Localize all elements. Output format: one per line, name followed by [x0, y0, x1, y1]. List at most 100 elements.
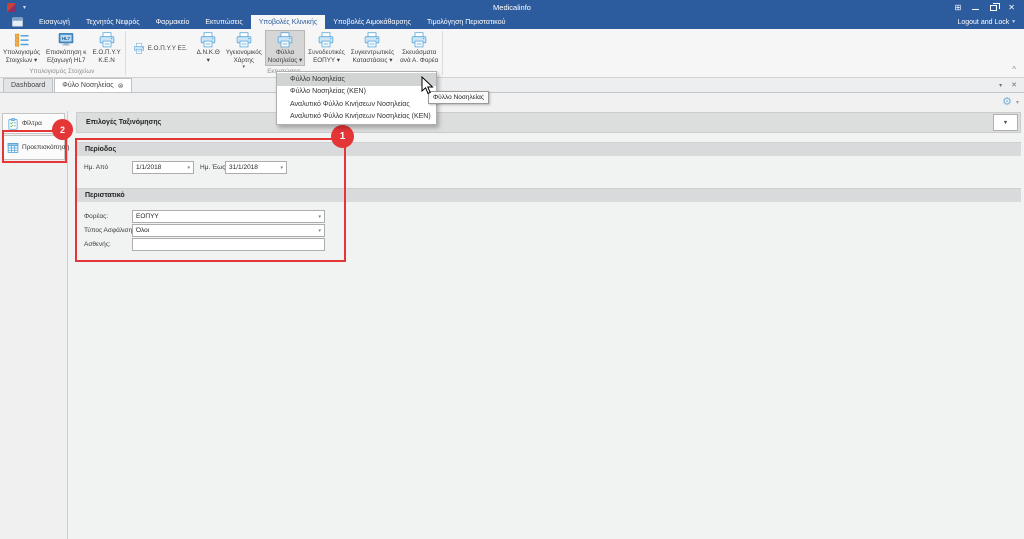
- entity-value: ΕΟΠΥΥ: [136, 213, 159, 220]
- printer-icon: [410, 32, 428, 48]
- button-label-line: Στοιχείων ▾: [6, 57, 37, 65]
- menu-tab-farmakeio[interactable]: Φαρμακείο: [148, 15, 198, 29]
- printer-icon: [317, 32, 335, 48]
- logout-and-lock-button[interactable]: Logout and Lock ▾: [957, 15, 1024, 29]
- hl7-monitor-icon: [57, 32, 75, 48]
- insurance-type-label: Τύπος Ασφάλισης:: [84, 227, 137, 234]
- chevron-down-icon: ▾: [184, 165, 190, 171]
- ribbon-button-ygeionomikos-xartis[interactable]: Υγειονομικός Χάρτης ▾: [223, 30, 265, 66]
- table-preview-icon: [7, 142, 19, 154]
- printer-icon: [199, 32, 217, 48]
- fylla-nosileias-dropdown-menu: Φύλλο Νοσηλείας Φύλλο Νοσηλείας (ΚΕΝ) Αν…: [276, 71, 437, 125]
- button-label-line: Σκευάσματα: [402, 49, 436, 57]
- button-label-line: ανά Α. Φορέα: [400, 57, 438, 65]
- ribbon-button-ypologismos-stoixeion[interactable]: Υπολογισμός Στοιχείων ▾: [0, 30, 43, 66]
- panel-dropdown-icon[interactable]: ▾: [1016, 99, 1019, 106]
- chevron-down-icon: ▾: [1004, 119, 1007, 126]
- chevron-down-icon: ▾: [315, 228, 321, 234]
- button-label-line: ΕΟΠΥΥ ▾: [313, 57, 340, 65]
- sidebar-item-label: Φίλτρα: [22, 120, 42, 127]
- entity-combo[interactable]: ΕΟΠΥΥ ▾: [132, 210, 325, 223]
- sidebar-item-filters[interactable]: Φίλτρα: [2, 113, 65, 134]
- list-icon: [13, 32, 31, 48]
- file-menu-icon: [11, 17, 24, 27]
- restore-icon[interactable]: [990, 5, 997, 11]
- button-label-line: Ε.Ο.Π.Υ.Υ: [92, 49, 120, 57]
- button-label-line: Συγκεντρωτικές: [351, 49, 394, 57]
- patient-input[interactable]: [132, 238, 325, 251]
- ribbon-button-skeyasmata-ana-forea[interactable]: Σκευάσματα ανά Α. Φορέα: [397, 30, 441, 66]
- gear-icon[interactable]: ⚙: [1002, 97, 1012, 108]
- main-panel: Επιλογές Ταξινόμησης ▾ Περίοδος Ημ. Από …: [69, 111, 1024, 539]
- menu-tab-eisagogi[interactable]: Εισαγωγή: [31, 15, 78, 29]
- ribbon-group-calc: Υπολογισμός Στοιχείων ▾ Επισκόπηση κ Εξα…: [0, 29, 124, 77]
- date-from-combo[interactable]: 1/1/2018 ▾: [132, 161, 194, 174]
- printer-icon: [235, 32, 253, 48]
- printer-icon: [133, 43, 145, 54]
- ribbon-group-label-ypologismos: Υπολογισμός Στοιχείων: [0, 66, 124, 77]
- section-header-case: Περιστατικό: [76, 188, 1021, 202]
- tab-label: Φύλο Νοσηλείας: [62, 82, 113, 89]
- mouse-cursor-icon: [421, 76, 434, 95]
- tab-bar-close-icon[interactable]: ✕: [1011, 81, 1017, 89]
- button-label-line: Εξαγωγή HL7: [47, 57, 86, 65]
- menu-item-fyllo-nosileias-ken[interactable]: Φύλλο Νοσηλείας (ΚΕΝ): [277, 86, 436, 99]
- sort-options-title: Επιλογές Ταξινόμησης: [86, 119, 161, 126]
- menu-tab-ypovoles-aimokatharsis[interactable]: Υποβολές Αιμοκάθαρσης: [325, 15, 419, 29]
- clipboard-filter-icon: [7, 118, 19, 130]
- menu-item-analytiko-fyllo-ken[interactable]: Αναλυτικό Φύλλο Κινήσεων Νοσηλείας (ΚΕΝ): [277, 111, 436, 124]
- ribbon-group-separator: [125, 31, 126, 75]
- file-menu-button[interactable]: [0, 15, 31, 29]
- window-style-icon[interactable]: ⊞: [955, 3, 962, 12]
- menubar: Εισαγωγή Τεχνητός Νεφρός Φαρμακείο Εκτυπ…: [0, 15, 1024, 29]
- doc-tab-fylo-nosileias[interactable]: Φύλο Νοσηλείας ⊗: [54, 78, 131, 92]
- sort-options-bar: Επιλογές Ταξινόμησης ▾: [76, 112, 1021, 133]
- sort-options-dropdown-button[interactable]: ▾: [993, 114, 1018, 131]
- printer-icon: [363, 32, 381, 48]
- ribbon-button-episkopisi-exagogi-hl7[interactable]: Επισκόπηση κ Εξαγωγή HL7: [43, 30, 89, 66]
- doc-tab-dashboard[interactable]: Dashboard: [3, 78, 53, 92]
- entity-label: Φορέας:: [84, 213, 108, 220]
- menu-tab-texnitos-nefros[interactable]: Τεχνητός Νεφρός: [78, 15, 148, 29]
- date-to-label: Ημ. Έως:: [200, 164, 227, 171]
- date-to-combo[interactable]: 31/1/2018 ▾: [225, 161, 287, 174]
- insurance-type-value: Όλοι: [136, 227, 149, 234]
- button-label: Ε.Ο.Π.Υ.Υ ΕΞ.: [148, 45, 188, 52]
- ribbon-button-sygkentrotikes-katastaseis[interactable]: Συγκεντρωτικές Καταστάσεις ▾: [348, 30, 397, 66]
- date-to-value: 31/1/2018: [229, 164, 258, 171]
- insurance-type-combo[interactable]: Όλοι ▾: [132, 224, 325, 237]
- patient-label: Ασθενής:: [84, 241, 111, 248]
- printer-icon: [98, 32, 116, 48]
- button-label-line: Δ.Ν.Κ.Θ: [197, 49, 220, 57]
- logout-label: Logout and Lock: [957, 19, 1009, 26]
- ribbon-button-synodeytikes-eopyy[interactable]: Συνοδευτικές ΕΟΠΥΥ ▾: [305, 30, 348, 66]
- ribbon-button-eopyy-ken[interactable]: Ε.Ο.Π.Υ.Υ Κ.Ε.Ν: [89, 30, 123, 66]
- menu-item-fyllo-nosileias[interactable]: Φύλλο Νοσηλείας: [277, 73, 436, 86]
- menu-item-analytiko-fyllo[interactable]: Αναλυτικό Φύλλο Κινήσεων Νοσηλείας: [277, 98, 436, 111]
- sidebar-item-preview[interactable]: Προεπισκόπηση: [2, 135, 65, 160]
- titlebar: ▾ Medicalinfo ⊞ ✕: [0, 0, 1024, 15]
- collapse-ribbon-icon[interactable]: ^: [1012, 66, 1016, 74]
- button-label-line: Συνοδευτικές: [308, 49, 345, 57]
- menu-tab-ypovoles-klinikis[interactable]: Υποβολές Κλινικής: [251, 15, 326, 29]
- logout-dropdown-icon: ▾: [1012, 19, 1015, 25]
- printer-icon: [276, 32, 294, 48]
- section-header-period: Περίοδος: [76, 142, 1021, 156]
- close-icon[interactable]: ✕: [1008, 3, 1015, 12]
- minimize-icon[interactable]: [972, 9, 979, 10]
- menu-tab-ektyposeis[interactable]: Εκτυπώσεις: [197, 15, 250, 29]
- button-label-line: Υγειονομικός: [226, 49, 262, 57]
- ribbon-button-dnkth[interactable]: Δ.Ν.Κ.Θ ▾: [194, 30, 223, 66]
- ribbon-group-ektyposeis: Ε.Ο.Π.Υ.Υ ΕΞ. Δ.Ν.Κ.Θ ▾ Υγειονομικός Χάρ…: [127, 29, 442, 77]
- ribbon-button-eopyy-ex[interactable]: Ε.Ο.Π.Υ.Υ ΕΞ.: [127, 41, 194, 56]
- tab-list-dropdown-icon[interactable]: ▾: [999, 82, 1002, 89]
- menu-tab-timologisi-peristatikou[interactable]: Τιμολόγηση Περιστατικού: [419, 15, 513, 29]
- sidebar-item-label: Προεπισκόπηση: [22, 144, 69, 151]
- dropdown-arrow-icon: ▾: [207, 57, 210, 65]
- window-title: Medicalinfo: [0, 3, 1024, 12]
- button-label-line: Επισκόπηση κ: [46, 49, 86, 57]
- ribbon-group-separator: [442, 31, 443, 75]
- button-label-line: Κ.Ε.Ν: [98, 57, 114, 65]
- ribbon-button-fylla-nosileias[interactable]: Φύλλα Νοσηλείας ▾: [265, 30, 305, 66]
- tab-close-icon[interactable]: ⊗: [118, 82, 124, 90]
